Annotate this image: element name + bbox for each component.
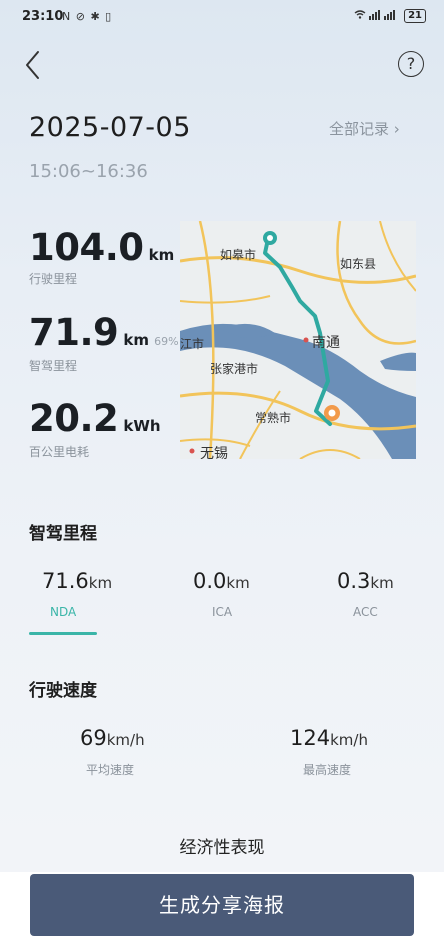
nda-label: NDA	[50, 605, 77, 619]
ica-tab[interactable]: 0.0km	[193, 569, 250, 593]
max-speed-label: 最高速度	[303, 763, 352, 777]
status-right: 21	[354, 9, 426, 23]
all-records-link[interactable]: 全部记录 ›	[329, 118, 400, 139]
status-icons: N ⊘ ✱ ▯	[62, 10, 113, 23]
map-label-rugao: 如皋市	[220, 248, 257, 262]
ica-value: 0.0	[193, 569, 227, 593]
energy-stat: 20.2 kWh	[29, 397, 161, 440]
avg-speed-value: 69	[80, 726, 107, 750]
speed-title: 行驶速度	[29, 681, 97, 701]
map-label-changshu: 常熟市	[255, 411, 292, 425]
ica-label: ICA	[212, 605, 233, 619]
max-speed-stat: 124km/h	[290, 726, 368, 750]
map-label-wuxi: 无锡	[200, 446, 228, 459]
avg-speed-stat: 69km/h	[80, 726, 145, 750]
avg-speed-label: 平均速度	[86, 763, 135, 777]
battery-indicator: 21	[404, 9, 426, 23]
distance-unit: km	[148, 246, 175, 264]
ica-unit: km	[226, 574, 250, 592]
acc-value: 0.3	[337, 569, 371, 593]
nda-tab[interactable]: 71.6km	[42, 569, 112, 593]
smart-driving-title: 智驾里程	[29, 524, 97, 544]
route-map[interactable]: 如皋市 如东县 江市 南通 张家港市 常熟市 无锡	[180, 221, 416, 459]
energy-unit: kWh	[123, 417, 161, 435]
back-button[interactable]	[20, 48, 48, 82]
status-time: 23:10	[22, 9, 64, 24]
max-speed-value: 124	[290, 726, 331, 750]
avg-speed-unit: km/h	[106, 731, 145, 749]
nda-unit: km	[88, 574, 113, 592]
map-label-jiangyin: 江市	[180, 337, 205, 351]
smart-stat: 71.9 km 69%	[29, 311, 179, 354]
acc-label: ACC	[353, 605, 378, 619]
question-icon: ?	[406, 54, 416, 73]
nda-value: 71.6	[42, 569, 89, 593]
map-label-nantong: 南通	[312, 335, 340, 351]
map-label-rudong: 如东县	[340, 257, 377, 271]
smart-label: 智驾里程	[29, 359, 78, 373]
distance-stat: 104.0 km	[29, 226, 174, 269]
economy-title[interactable]: 经济性表现	[0, 833, 444, 858]
help-button[interactable]: ?	[398, 51, 424, 77]
trip-date: 2025-07-05	[29, 112, 191, 143]
energy-label: 百公里电耗	[29, 445, 90, 459]
max-speed-unit: km/h	[330, 731, 368, 749]
distance-label: 行驶里程	[29, 272, 78, 286]
acc-unit: km	[370, 574, 394, 592]
generate-share-poster-button[interactable]: 生成分享海报	[30, 874, 414, 936]
map-label-zhangjiagang: 张家港市	[210, 362, 259, 376]
energy-value: 20.2	[29, 397, 119, 440]
smart-unit: km	[123, 331, 149, 349]
distance-value: 104.0	[29, 226, 144, 269]
signal-icon	[354, 9, 400, 23]
acc-tab[interactable]: 0.3km	[337, 569, 394, 593]
smart-value: 71.9	[29, 311, 119, 354]
active-tab-indicator	[29, 632, 97, 635]
smart-percent: 69%	[154, 335, 179, 348]
chevron-left-icon	[26, 51, 39, 79]
trip-time-range: 15:06~16:36	[29, 161, 148, 182]
